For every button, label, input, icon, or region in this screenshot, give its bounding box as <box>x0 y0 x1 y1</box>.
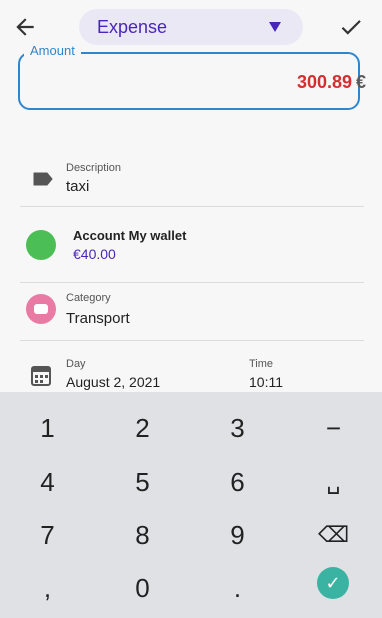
day-label: Day <box>66 358 86 370</box>
key-dot[interactable]: . <box>190 562 285 614</box>
key-comma[interactable]: , <box>0 562 95 614</box>
key-5[interactable]: 5 <box>95 456 190 508</box>
checkmark-icon: ✓ <box>325 572 341 593</box>
key-2[interactable]: 2 <box>95 402 190 454</box>
key-9[interactable]: 9 <box>190 509 285 561</box>
backspace-key[interactable]: ⌫ <box>286 509 381 561</box>
datetime-row: Day August 2, 2021 Time 10:11 <box>0 350 382 392</box>
currency-symbol: € <box>355 72 366 92</box>
category-label: Category <box>66 292 111 304</box>
account-color-icon <box>26 230 56 260</box>
key-1[interactable]: 1 <box>0 402 95 454</box>
confirm-key[interactable]: ✓ <box>317 567 349 599</box>
account-row[interactable]: Account My wallet €40.00 <box>0 214 382 276</box>
divider <box>20 340 364 341</box>
key-7[interactable]: 7 <box>0 509 95 561</box>
amount-label: Amount <box>24 44 81 58</box>
divider <box>20 206 364 207</box>
caret-down-icon <box>269 22 281 32</box>
key-space[interactable]: ␣ <box>286 456 381 508</box>
account-name: Account My wallet <box>73 228 187 243</box>
description-row[interactable]: Description taxi <box>0 150 382 206</box>
description-label: Description <box>66 162 122 174</box>
key-3[interactable]: 3 <box>190 402 285 454</box>
key-8[interactable]: 8 <box>95 509 190 561</box>
numeric-keyboard: 1 2 3 − 4 5 6 ␣ 7 8 9 ⌫ , 0 . ✓ <box>0 392 382 618</box>
description-value: taxi <box>66 178 90 195</box>
tag-icon <box>33 172 53 191</box>
category-value: Transport <box>66 310 130 327</box>
key-0[interactable]: 0 <box>95 562 190 614</box>
time-value[interactable]: 10:11 <box>249 374 283 390</box>
key-minus[interactable]: − <box>286 402 381 454</box>
key-4[interactable]: 4 <box>0 456 95 508</box>
account-balance: €40.00 <box>73 246 116 262</box>
transaction-type-label: Expense <box>97 17 168 37</box>
save-check-icon[interactable] <box>338 14 364 40</box>
category-color-icon <box>26 294 56 324</box>
category-row[interactable]: Category Transport <box>0 284 382 340</box>
time-label: Time <box>249 358 274 370</box>
calendar-icon <box>31 364 51 391</box>
amount-value: 300.89 <box>296 72 352 92</box>
key-6[interactable]: 6 <box>190 456 285 508</box>
back-arrow-icon[interactable] <box>12 14 38 40</box>
transaction-type-dropdown[interactable]: Expense <box>79 9 303 45</box>
divider <box>20 282 364 283</box>
day-value[interactable]: August 2, 2021 <box>66 374 160 390</box>
